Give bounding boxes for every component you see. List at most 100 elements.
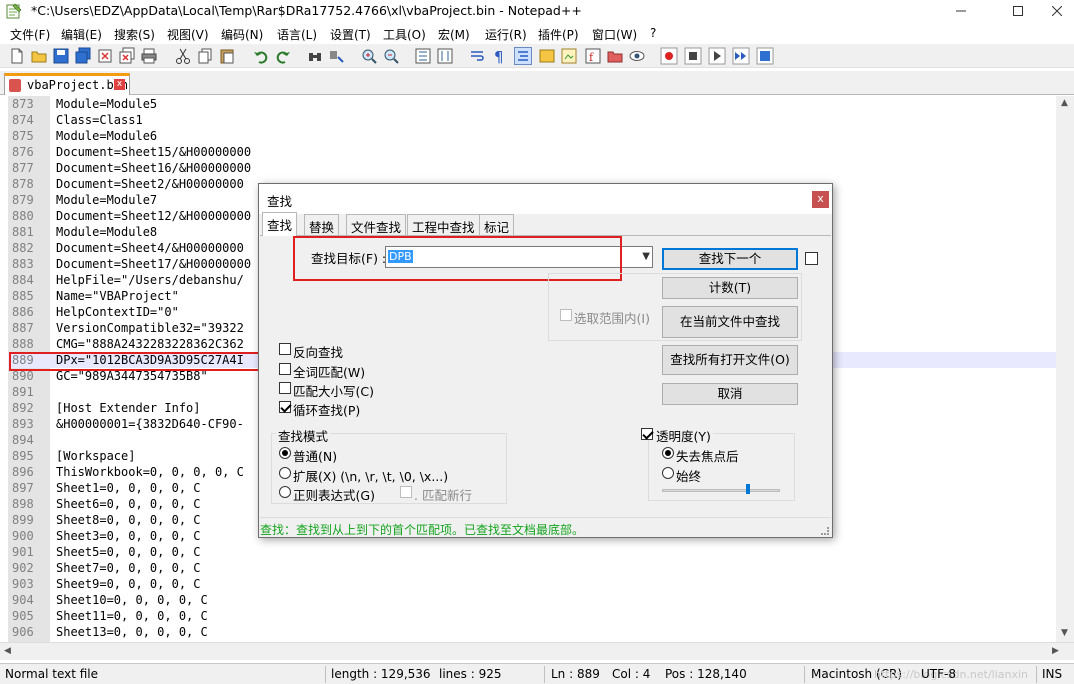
editor-line[interactable]: 906 Sheet13=0, 0, 0, 0, C xyxy=(8,624,1056,640)
mode-extended-radio[interactable] xyxy=(279,467,291,479)
find-icon[interactable] xyxy=(306,47,324,65)
sync-vertical-icon[interactable] xyxy=(414,47,432,65)
cancel-button[interactable]: 取消 xyxy=(662,383,798,405)
menu-language[interactable]: 语言(L) xyxy=(277,26,317,43)
show-all-chars-icon[interactable]: ¶ xyxy=(490,47,508,65)
match-case-checkbox[interactable] xyxy=(279,382,291,394)
vertical-scrollbar[interactable]: ▲ ▼ xyxy=(1056,96,1074,642)
dialog-title-bar[interactable]: 查找 x xyxy=(259,184,832,214)
menu-encoding[interactable]: 编码(N) xyxy=(221,26,263,43)
chevron-down-icon[interactable]: ▼ xyxy=(642,251,650,262)
replace-icon[interactable] xyxy=(328,47,346,65)
menu-tools[interactable]: 工具(O) xyxy=(383,26,426,43)
menu-search[interactable]: 搜索(S) xyxy=(114,26,155,43)
editor-line[interactable]: 874 Class=Class1 xyxy=(8,112,1056,128)
record-macro-icon[interactable] xyxy=(660,47,678,65)
zoom-in-icon[interactable] xyxy=(360,47,378,65)
tab-mark[interactable]: 标记 xyxy=(479,214,515,235)
transparency-checkbox[interactable] xyxy=(641,428,653,440)
open-file-icon[interactable] xyxy=(30,47,48,65)
sync-horizontal-icon[interactable] xyxy=(436,47,454,65)
play-macro-icon[interactable] xyxy=(708,47,726,65)
cut-icon[interactable] xyxy=(174,47,192,65)
folder-workspace-icon[interactable] xyxy=(606,47,624,65)
line-text: Sheet10=0, 0, 0, 0, C xyxy=(56,593,208,607)
menu-edit[interactable]: 编辑(E) xyxy=(61,26,102,43)
editor-line[interactable]: 877 Document=Sheet16/&H00000000 xyxy=(8,160,1056,176)
horizontal-scrollbar[interactable]: ◀ ▶ xyxy=(0,642,1074,660)
run-macro-multiple-icon[interactable] xyxy=(732,47,750,65)
paste-icon[interactable] xyxy=(218,47,236,65)
editor-line[interactable]: 876 Document=Sheet15/&H00000000 xyxy=(8,144,1056,160)
close-file-icon[interactable] xyxy=(96,47,114,65)
monitoring-icon[interactable] xyxy=(628,47,646,65)
redo-icon[interactable] xyxy=(274,47,292,65)
save-macro-icon[interactable] xyxy=(756,47,774,65)
find-all-in-current-button[interactable]: 在当前文件中查找 xyxy=(662,306,798,338)
menu-help[interactable]: ? xyxy=(650,26,656,40)
mode-normal-radio[interactable] xyxy=(279,447,291,459)
find-next-direction-checkbox[interactable] xyxy=(805,252,818,265)
wrap-around-checkbox[interactable] xyxy=(279,401,291,413)
mode-regex-radio[interactable] xyxy=(279,486,291,498)
whole-word-checkbox[interactable] xyxy=(279,363,291,375)
zoom-out-icon[interactable] xyxy=(382,47,400,65)
count-button[interactable]: 计数(T) xyxy=(662,277,798,299)
tab-replace[interactable]: 替换 xyxy=(304,214,340,235)
doc-map-icon[interactable] xyxy=(560,47,578,65)
editor-line[interactable]: 905 Sheet11=0, 0, 0, 0, C xyxy=(8,608,1056,624)
save-icon[interactable] xyxy=(52,47,70,65)
tab-vbaproject-bin[interactable]: vbaProject.bin x xyxy=(4,73,130,95)
menu-window[interactable]: 窗口(W) xyxy=(592,26,637,43)
backward-checkbox[interactable] xyxy=(279,343,291,355)
tab-find-in-projects[interactable]: 工程中查找 xyxy=(407,214,480,235)
indent-guide-icon[interactable] xyxy=(514,47,532,65)
status-insert-mode[interactable]: INS xyxy=(1042,667,1062,681)
save-all-icon[interactable] xyxy=(74,47,92,65)
language-define-icon[interactable] xyxy=(538,47,556,65)
editor-line[interactable]: 904 Sheet10=0, 0, 0, 0, C xyxy=(8,592,1056,608)
stop-macro-icon[interactable] xyxy=(684,47,702,65)
scroll-down-icon[interactable]: ▼ xyxy=(1061,628,1068,638)
new-file-icon[interactable] xyxy=(8,47,26,65)
menu-macro[interactable]: 宏(M) xyxy=(438,26,470,43)
menu-file[interactable]: 文件(F) xyxy=(10,26,50,43)
resize-grip-icon[interactable] xyxy=(821,527,829,535)
undo-icon[interactable] xyxy=(252,47,270,65)
scroll-left-icon[interactable]: ◀ xyxy=(4,646,11,656)
dot-matches-newline-checkbox[interactable] xyxy=(400,486,412,498)
transparency-slider-track[interactable] xyxy=(662,489,780,492)
tab-find[interactable]: 查找 xyxy=(262,212,298,236)
close-window-button[interactable] xyxy=(1040,0,1074,22)
menu-plugins[interactable]: 插件(P) xyxy=(538,26,579,43)
editor-line[interactable]: 901 Sheet5=0, 0, 0, 0, C xyxy=(8,544,1056,560)
status-separator xyxy=(1036,666,1037,683)
editor-line[interactable]: 902 Sheet7=0, 0, 0, 0, C xyxy=(8,560,1056,576)
editor-line[interactable]: 875 Module=Module6 xyxy=(8,128,1056,144)
close-all-icon[interactable] xyxy=(118,47,136,65)
word-wrap-icon[interactable] xyxy=(468,47,486,65)
function-list-icon[interactable]: f xyxy=(584,47,602,65)
menu-settings[interactable]: 设置(T) xyxy=(330,26,371,43)
copy-icon[interactable] xyxy=(196,47,214,65)
editor-line[interactable]: 873 Module=Module5 xyxy=(8,96,1056,112)
transparency-slider-thumb[interactable] xyxy=(746,484,751,494)
on-lose-focus-radio[interactable] xyxy=(662,447,674,459)
scroll-up-icon[interactable]: ▲ xyxy=(1061,98,1068,108)
minimize-button[interactable] xyxy=(938,0,984,22)
line-number: 902 xyxy=(12,561,34,575)
scroll-right-icon[interactable]: ▶ xyxy=(1052,646,1059,656)
dialog-close-button[interactable]: x xyxy=(812,191,829,208)
in-selection-checkbox[interactable] xyxy=(560,309,572,321)
status-encoding[interactable]: UTF-8 xyxy=(921,667,956,681)
maximize-button[interactable] xyxy=(995,0,1041,22)
menu-view[interactable]: 视图(V) xyxy=(167,26,209,43)
find-next-button[interactable]: 查找下一个 xyxy=(662,248,798,270)
editor-line[interactable]: 903 Sheet9=0, 0, 0, 0, C xyxy=(8,576,1056,592)
always-radio[interactable] xyxy=(662,467,674,479)
tab-close-icon[interactable]: x xyxy=(114,79,125,90)
menu-run[interactable]: 运行(R) xyxy=(485,26,527,43)
find-all-in-open-files-button[interactable]: 查找所有打开文件(O) xyxy=(662,345,798,375)
tab-find-in-files[interactable]: 文件查找 xyxy=(346,214,407,235)
print-icon[interactable] xyxy=(140,47,158,65)
